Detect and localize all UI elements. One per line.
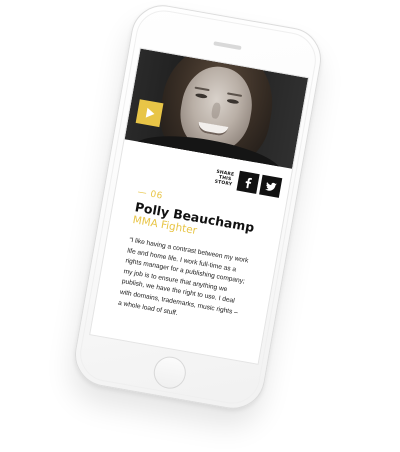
mouth (197, 121, 229, 137)
stage: SHARE THIS STORY — 06 Polly Beauchamp MM… (0, 0, 400, 452)
facebook-share-button[interactable] (236, 170, 260, 194)
twitter-share-button[interactable] (259, 174, 283, 198)
share-row: SHARE THIS STORY (214, 167, 283, 198)
right-eye (226, 98, 240, 105)
share-label: SHARE THIS STORY (214, 169, 235, 188)
nose (210, 102, 222, 120)
right-brow (227, 92, 243, 97)
story-quote: “I like having a contrast between my wor… (117, 236, 268, 333)
story-content: — 06 Polly Beauchamp MMA Fighter “I like… (117, 186, 276, 333)
play-button[interactable] (135, 99, 164, 128)
left-eye (195, 92, 208, 99)
play-icon (145, 107, 156, 119)
phone-mockup: SHARE THIS STORY — 06 Polly Beauchamp MM… (69, 0, 327, 414)
twitter-icon (264, 181, 277, 191)
facebook-icon (245, 177, 253, 188)
phone-screen: SHARE THIS STORY — 06 Polly Beauchamp MM… (89, 47, 310, 365)
left-brow (194, 86, 210, 92)
